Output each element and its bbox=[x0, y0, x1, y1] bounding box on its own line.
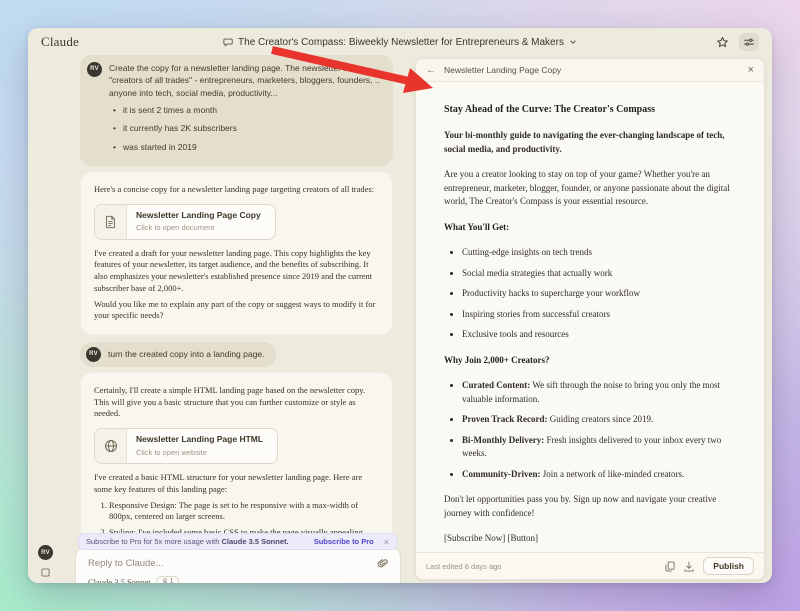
feature-item: Responsive Design: The page is set to be… bbox=[109, 500, 379, 523]
sliders-icon bbox=[743, 36, 755, 48]
assistant-2-intro: Certainly, I'll create a simple HTML lan… bbox=[94, 385, 379, 420]
user-bullet: it currently has 2K subscribers bbox=[113, 122, 383, 134]
doc-bullet: Social media strategies that actually wo… bbox=[462, 267, 733, 281]
artifact-panel-footer: Last edited 6 days ago Publish bbox=[416, 552, 764, 579]
doc-bullet: Inspiring stories from successful creato… bbox=[462, 308, 733, 322]
user-message-1-bullets: it is sent 2 times a month it currently … bbox=[109, 104, 383, 153]
doc-section-title: What You'll Get: bbox=[444, 221, 733, 235]
star-button[interactable] bbox=[712, 33, 732, 51]
copy-button[interactable] bbox=[665, 561, 675, 572]
claude-logo: Claude bbox=[41, 34, 79, 50]
doc-bullet: Curated Content: We sift through the noi… bbox=[462, 379, 733, 406]
assistant-1-intro: Here's a concise copy for a newsletter l… bbox=[94, 184, 379, 196]
pro-upsell-banner: Subscribe to Pro for 5x more usage with … bbox=[78, 533, 397, 550]
doc-reasons-list: Curated Content: We sift through the noi… bbox=[450, 379, 733, 481]
globe-icon bbox=[104, 439, 118, 453]
download-button[interactable] bbox=[684, 561, 694, 572]
person-icon bbox=[162, 578, 168, 583]
assistant-1-p2: Would you like me to explain any part of… bbox=[94, 299, 379, 322]
assistant-2-p1: I've created a basic HTML structure for … bbox=[94, 472, 379, 495]
chat-title-menu[interactable]: The Creator's Compass: Biweekly Newslett… bbox=[223, 28, 577, 56]
message-composer[interactable]: Reply to Claude... Claude 3.5 Sonnet 1 bbox=[75, 547, 401, 583]
reply-input[interactable]: Reply to Claude... bbox=[88, 558, 374, 569]
doc-button-placeholder: [Subscribe Now] [Button] bbox=[444, 532, 733, 546]
user-bullet: was started in 2019 bbox=[113, 141, 383, 153]
claude-app-window: Claude The Creator's Compass: Biweekly N… bbox=[28, 28, 772, 583]
account-avatar[interactable]: RV bbox=[38, 545, 53, 560]
chat-title: The Creator's Compass: Biweekly Newslett… bbox=[238, 37, 564, 48]
doc-lede: Your bi-monthly guide to navigating the … bbox=[444, 129, 733, 156]
artifact-title: Newsletter Landing Page Copy bbox=[136, 210, 261, 222]
user-bullet: it is sent 2 times a month bbox=[113, 104, 383, 116]
chevron-down-icon bbox=[569, 38, 577, 46]
app-header: Claude The Creator's Compass: Biweekly N… bbox=[28, 28, 772, 56]
doc-cta-paragraph: Don't let opportunities pass you by. Sig… bbox=[444, 493, 733, 520]
artifact-subtitle: Click to open website bbox=[136, 448, 263, 458]
back-arrow-icon[interactable]: ← bbox=[426, 65, 436, 76]
document-icon bbox=[104, 215, 117, 229]
assistant-1-p1: I've created a draft for your newsletter… bbox=[94, 248, 379, 295]
user-message-2-text: turn the created copy into a landing pag… bbox=[108, 348, 264, 360]
paperclip-icon bbox=[377, 558, 388, 569]
user-message-1-text: Create the copy for a newsletter landing… bbox=[109, 63, 380, 98]
doc-benefits-list: Cutting-edge insights on tech trends Soc… bbox=[450, 246, 733, 342]
subscribe-to-pro-link[interactable]: Subscribe to Pro bbox=[314, 537, 374, 546]
doc-bullet: Bi-Monthly Delivery: Fresh insights deli… bbox=[462, 434, 733, 461]
doc-bullet: Community-Driven: Join a network of like… bbox=[462, 468, 733, 482]
doc-bullet: Proven Track Record: Guiding creators si… bbox=[462, 413, 733, 427]
chat-thread: RV Create the copy for a newsletter land… bbox=[80, 55, 393, 583]
banner-text: Subscribe to Pro for 5x more usage with … bbox=[86, 537, 289, 546]
chat-bubble-icon bbox=[223, 37, 233, 47]
doc-bullet: Cutting-edge insights on tech trends bbox=[462, 246, 733, 260]
user-avatar: RV bbox=[86, 347, 101, 362]
assistant-message-1: Here's a concise copy for a newsletter l… bbox=[80, 171, 393, 335]
artifact-title: Newsletter Landing Page HTML bbox=[136, 434, 263, 446]
artifact-subtitle: Click to open document bbox=[136, 223, 261, 233]
artifact-panel-header: ← Newsletter Landing Page Copy × bbox=[416, 59, 764, 82]
artifact-card-html[interactable]: Newsletter Landing Page HTML Click to op… bbox=[94, 428, 278, 464]
publish-button[interactable]: Publish bbox=[703, 557, 754, 575]
doc-section-title: Why Join 2,000+ Creators? bbox=[444, 354, 733, 368]
user-message-2: RV turn the created copy into a landing … bbox=[80, 342, 276, 367]
artifact-panel: ← Newsletter Landing Page Copy × Stay Ah… bbox=[415, 58, 765, 580]
artifact-panel-title: Newsletter Landing Page Copy bbox=[444, 65, 561, 75]
settings-button[interactable] bbox=[739, 33, 759, 51]
user-avatar: RV bbox=[87, 62, 102, 77]
user-message-1: RV Create the copy for a newsletter land… bbox=[80, 55, 393, 166]
banner-close-icon[interactable]: × bbox=[384, 537, 389, 547]
copy-icon bbox=[665, 561, 675, 572]
attach-button[interactable] bbox=[374, 555, 390, 571]
doc-bullet: Productivity hacks to supercharge your w… bbox=[462, 287, 733, 301]
doc-bullet: Exclusive tools and resources bbox=[462, 328, 733, 342]
artifact-card-copy[interactable]: Newsletter Landing Page Copy Click to op… bbox=[94, 204, 276, 240]
collaborator-badge[interactable]: 1 bbox=[156, 576, 180, 583]
doc-intro: Are you a creator looking to stay on top… bbox=[444, 168, 733, 209]
panel-close-icon[interactable]: × bbox=[748, 64, 754, 76]
download-icon bbox=[684, 561, 694, 572]
last-edited-label: Last edited 6 days ago bbox=[426, 562, 501, 571]
star-icon bbox=[716, 36, 729, 49]
model-selector[interactable]: Claude 3.5 Sonnet bbox=[88, 577, 151, 584]
doc-heading: Stay Ahead of the Curve: The Creator's C… bbox=[444, 102, 733, 117]
sidebar-toggle-icon[interactable] bbox=[41, 568, 50, 577]
document-content: Stay Ahead of the Curve: The Creator's C… bbox=[416, 82, 764, 552]
